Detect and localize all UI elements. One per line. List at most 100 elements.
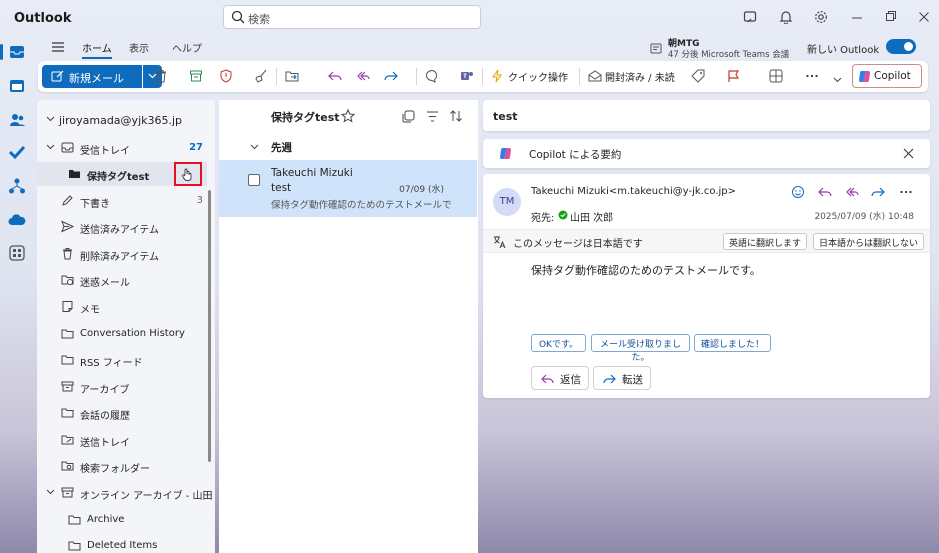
folder-label: 保持タグtest — [87, 172, 150, 183]
group-header[interactable]: 先週 — [219, 136, 478, 158]
ribbon-separator — [416, 68, 417, 85]
recipient-name[interactable]: 山田 次郎 — [570, 209, 613, 224]
folder-item-sent[interactable]: 送信済みアイテム — [37, 215, 207, 239]
rail-onedrive[interactable] — [7, 210, 27, 230]
folder-item-conversation-history[interactable]: Conversation History — [37, 322, 207, 346]
report-icon[interactable] — [219, 69, 233, 83]
rail-org[interactable] — [7, 176, 27, 196]
close-icon[interactable] — [903, 148, 914, 159]
chat-icon[interactable] — [425, 69, 439, 83]
forward-icon — [603, 374, 616, 384]
folder-item-inbox[interactable]: 受信トレイ 27 — [37, 136, 207, 160]
tab-home[interactable]: ホーム — [82, 40, 112, 59]
translate-to-english-button[interactable]: 英語に翻訳します — [723, 233, 808, 250]
copilot-label: Copilot — [874, 70, 911, 82]
select-icon[interactable] — [402, 110, 415, 123]
folder-item-search-folders[interactable]: 検索フォルダー — [37, 454, 207, 478]
view-grid-icon[interactable] — [769, 69, 783, 83]
forward-icon[interactable] — [384, 69, 398, 83]
lightning-icon[interactable] — [491, 69, 503, 83]
folder-item-deleted[interactable]: 削除済みアイテム — [37, 242, 207, 266]
gear-icon[interactable] — [814, 10, 828, 24]
app-title: Outlook — [14, 11, 72, 26]
reminder-subtitle[interactable]: 47 分後 Microsoft Teams 会議 — [668, 48, 789, 60]
star-icon[interactable] — [341, 109, 355, 123]
forward-button[interactable]: 転送 — [593, 366, 651, 390]
account-row[interactable]: jiroyamada@yjk365.jp — [37, 108, 207, 132]
message-date: 07/09 (水) — [399, 185, 444, 195]
suggested-reply-1[interactable]: OKです。 — [531, 334, 586, 352]
avatar[interactable]: TM — [493, 188, 521, 216]
rail-apps[interactable] — [7, 243, 27, 263]
rail-calendar[interactable] — [7, 76, 27, 96]
reply-button[interactable]: 返信 — [531, 366, 589, 390]
restore-icon[interactable] — [885, 10, 897, 24]
list-header: 保持タグtest — [219, 100, 478, 134]
translate-icon — [494, 236, 506, 249]
tab-help[interactable]: ヘルプ — [172, 40, 202, 55]
folder-label: 送信済みアイテム — [80, 225, 159, 236]
folder-item-conversation-log[interactable]: 会話の履歴 — [37, 401, 207, 425]
new-outlook-toggle[interactable] — [886, 39, 916, 54]
folder-item-rss[interactable]: RSS フィード — [37, 348, 207, 372]
archive-icon[interactable] — [189, 69, 203, 83]
rail-people[interactable] — [7, 110, 27, 130]
sweep-icon[interactable] — [254, 69, 268, 83]
list-title: 保持タグtest — [271, 111, 340, 124]
message-preview: 保持タグ動作確認のためのテストメールで... — [271, 200, 451, 211]
message-checkbox[interactable] — [248, 174, 260, 186]
folder-label: 迷惑メール — [80, 278, 130, 289]
copilot-button[interactable]: Copilot — [852, 64, 922, 88]
filter-icon[interactable] — [426, 110, 439, 123]
copilot-summary-bar[interactable]: Copilot による要約 — [483, 139, 930, 168]
folder-item-deleted-items-sub[interactable]: Deleted Items — [37, 534, 207, 553]
junk-icon — [61, 275, 74, 285]
folder-item-junk[interactable]: 迷惑メール — [37, 268, 207, 292]
folder-icon — [61, 408, 74, 418]
never-translate-button[interactable]: 日本語からは翻訳しない — [813, 233, 925, 250]
folder-scrollbar[interactable] — [208, 190, 211, 462]
envelope-open-icon[interactable] — [588, 69, 602, 83]
chevron-down-icon[interactable] — [833, 77, 842, 83]
folder-item-archive-sub[interactable]: Archive — [37, 508, 207, 532]
new-mail-button[interactable]: 新規メール — [42, 65, 142, 88]
forward-icon[interactable] — [871, 185, 885, 199]
quick-steps-label[interactable]: クイック操作 — [508, 69, 568, 84]
folder-item-outbox[interactable]: 送信トレイ — [37, 428, 207, 452]
hamburger-icon[interactable] — [51, 41, 65, 53]
tag-icon[interactable] — [691, 69, 705, 83]
suggested-reply-3[interactable]: 確認しました！ — [694, 334, 771, 352]
reply-all-icon[interactable] — [356, 69, 370, 83]
whiteboard-icon[interactable] — [743, 10, 757, 24]
folder-icon — [61, 355, 74, 365]
rail-todo[interactable] — [7, 142, 27, 162]
people-icon — [10, 114, 25, 126]
reply-icon[interactable] — [818, 185, 832, 199]
minimize-icon[interactable] — [851, 10, 863, 24]
folder-item-archive[interactable]: アーカイブ — [37, 375, 207, 399]
reply-all-icon[interactable] — [845, 185, 859, 199]
search-input[interactable]: 検索 — [223, 5, 481, 29]
move-folder-icon[interactable] — [285, 69, 299, 83]
folder-item-drafts[interactable]: 下書き 3 — [37, 189, 207, 213]
presence-available-icon — [558, 210, 568, 220]
emoji-icon[interactable] — [791, 185, 805, 199]
bell-icon[interactable] — [779, 10, 793, 24]
reply-icon[interactable] — [328, 69, 342, 83]
close-icon[interactable] — [918, 10, 930, 24]
sort-icon[interactable] — [449, 109, 463, 123]
sender[interactable]: Takeuchi Mizuki<m.takeuchi@y-jk.co.jp> — [531, 186, 736, 197]
flag-icon[interactable] — [727, 69, 741, 83]
note-icon — [62, 301, 73, 312]
more-icon[interactable] — [899, 185, 913, 199]
folder-item-online-archive[interactable]: オンライン アーカイブ - 山田 ... — [37, 481, 215, 505]
list-item[interactable]: Takeuchi Mizuki test 07/09 (水) 保持タグ動作確認の… — [219, 160, 477, 217]
teams-icon[interactable] — [460, 69, 474, 83]
more-icon[interactable] — [805, 69, 819, 83]
suggested-reply-2[interactable]: メール受け取りました。 — [591, 334, 690, 363]
delete-icon[interactable] — [154, 69, 168, 83]
tab-view[interactable]: 表示 — [129, 40, 149, 55]
read-unread-label[interactable]: 開封済み / 未読 — [605, 69, 675, 84]
rail-mail[interactable] — [0, 42, 27, 62]
folder-item-notes[interactable]: メモ — [37, 295, 207, 319]
